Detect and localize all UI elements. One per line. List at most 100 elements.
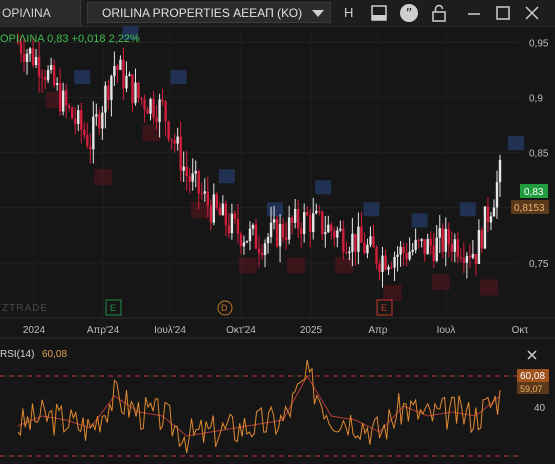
candle-body (89, 146, 92, 150)
candle-body (432, 245, 435, 261)
minimize-icon[interactable] (463, 3, 485, 23)
h-button[interactable]: H (344, 5, 353, 20)
candle-body (173, 139, 176, 144)
candle-body (260, 253, 264, 256)
event-marker-e2[interactable]: E (376, 299, 393, 316)
candle-body (188, 176, 191, 182)
candle-body (233, 213, 237, 219)
candle-body (333, 231, 336, 238)
price-tick-label: 0,9 (529, 94, 543, 105)
candle-body (116, 66, 119, 70)
candle-body (390, 267, 393, 269)
candle-body (266, 236, 270, 244)
maximize-icon[interactable] (492, 3, 514, 23)
top-bar: ΟΡΙΛΙΝΑ ORILINA PROPERTIES ΑΕΕΑΠ (ΚΟ) H … (0, 0, 555, 27)
candle-body (149, 99, 152, 114)
stock-chart[interactable]: ΟΡΙΛΙΝΑ 0,83 +0,018 2,22% ZTRADE 0,95 0,9… (0, 26, 555, 464)
candle-body (134, 82, 137, 104)
candle-body (302, 212, 306, 235)
svg-text:”: ” (406, 7, 413, 22)
candle-body (206, 191, 209, 206)
rsi-series-line (17, 359, 501, 454)
rsi-close-icon[interactable] (527, 350, 537, 360)
event-marker-e1[interactable]: E (105, 299, 122, 316)
candle-body (489, 216, 493, 223)
candle-body (113, 66, 116, 77)
resistance-band (218, 169, 235, 184)
time-tick-label: Ιουλ'24 (154, 325, 186, 336)
candle-body (31, 48, 35, 66)
candle-body (254, 224, 258, 249)
candle-body (357, 226, 360, 252)
candle-body (498, 159, 502, 183)
chevron-down-icon[interactable] (312, 10, 324, 17)
candle-body (101, 112, 104, 129)
resistance-band (411, 213, 428, 228)
candle-body (25, 53, 29, 62)
support-band (142, 125, 161, 142)
tab-label: ΟΡΙΛΙΝΑ (2, 6, 51, 20)
candle-body (426, 238, 429, 255)
candle-body (309, 215, 312, 233)
support-band (190, 202, 209, 219)
candle-body (486, 206, 490, 223)
candle-body (444, 228, 447, 252)
candle-body (224, 203, 228, 226)
lock-icon[interactable] (428, 3, 450, 23)
candle-body (480, 230, 484, 249)
candle-body (155, 117, 158, 123)
quote-icon[interactable]: ” (398, 3, 420, 23)
candle-body (170, 138, 173, 140)
candle-body (483, 206, 487, 249)
candle-body (275, 219, 279, 247)
candle-body (405, 253, 408, 260)
time-tick-label: 2024 (23, 325, 46, 336)
panel-icon[interactable] (368, 3, 390, 23)
support-band (287, 257, 306, 274)
candle-body (348, 251, 351, 254)
support-band (479, 279, 498, 296)
candle-body (107, 85, 110, 101)
rsi-line (17, 359, 501, 454)
candle-body (143, 99, 146, 110)
price-tick-label: 0,95 (529, 39, 549, 50)
tab-orilina[interactable]: ΟΡΙΛΙΝΑ (0, 0, 81, 26)
candle-body (468, 256, 472, 258)
candle-body (327, 224, 330, 233)
candle-body (354, 233, 357, 252)
candle-body (287, 217, 291, 240)
candle-body (290, 217, 294, 223)
candle-body (402, 246, 405, 254)
symbol-selector[interactable]: ORILINA PROPERTIES ΑΕΕΑΠ (ΚΟ) (87, 2, 331, 23)
support-band (238, 257, 257, 274)
candle-body (366, 244, 369, 254)
candle-body (209, 205, 212, 223)
candle-body (236, 218, 240, 234)
price-axis: 0,950,90,850,80,75 (529, 39, 549, 270)
candle-body (447, 228, 450, 245)
candle-body (387, 267, 390, 270)
candle-body (191, 173, 194, 182)
close-icon[interactable] (521, 3, 543, 23)
candle-body (375, 247, 378, 264)
candle-body (203, 191, 206, 194)
candle-body (438, 228, 441, 238)
candle-body (92, 116, 95, 150)
candle-body (125, 75, 128, 89)
candle-body (167, 121, 170, 139)
rsi-label: RSI(14) (0, 349, 34, 360)
candle-body (227, 225, 231, 234)
candle-body (393, 256, 396, 268)
price-tick-label: 0,75 (529, 259, 549, 270)
price-tick-label: 0,85 (529, 149, 549, 160)
candle-body (293, 209, 297, 223)
candle-body (360, 226, 363, 243)
candle-body (281, 223, 285, 238)
event-marker-d[interactable]: D (217, 300, 233, 316)
candle-body (74, 118, 77, 124)
candle-body (22, 53, 26, 62)
candle-body (215, 194, 219, 208)
time-tick-label: Ιουλ (437, 325, 456, 336)
resistance-band (267, 202, 283, 217)
candle-body (194, 170, 197, 174)
